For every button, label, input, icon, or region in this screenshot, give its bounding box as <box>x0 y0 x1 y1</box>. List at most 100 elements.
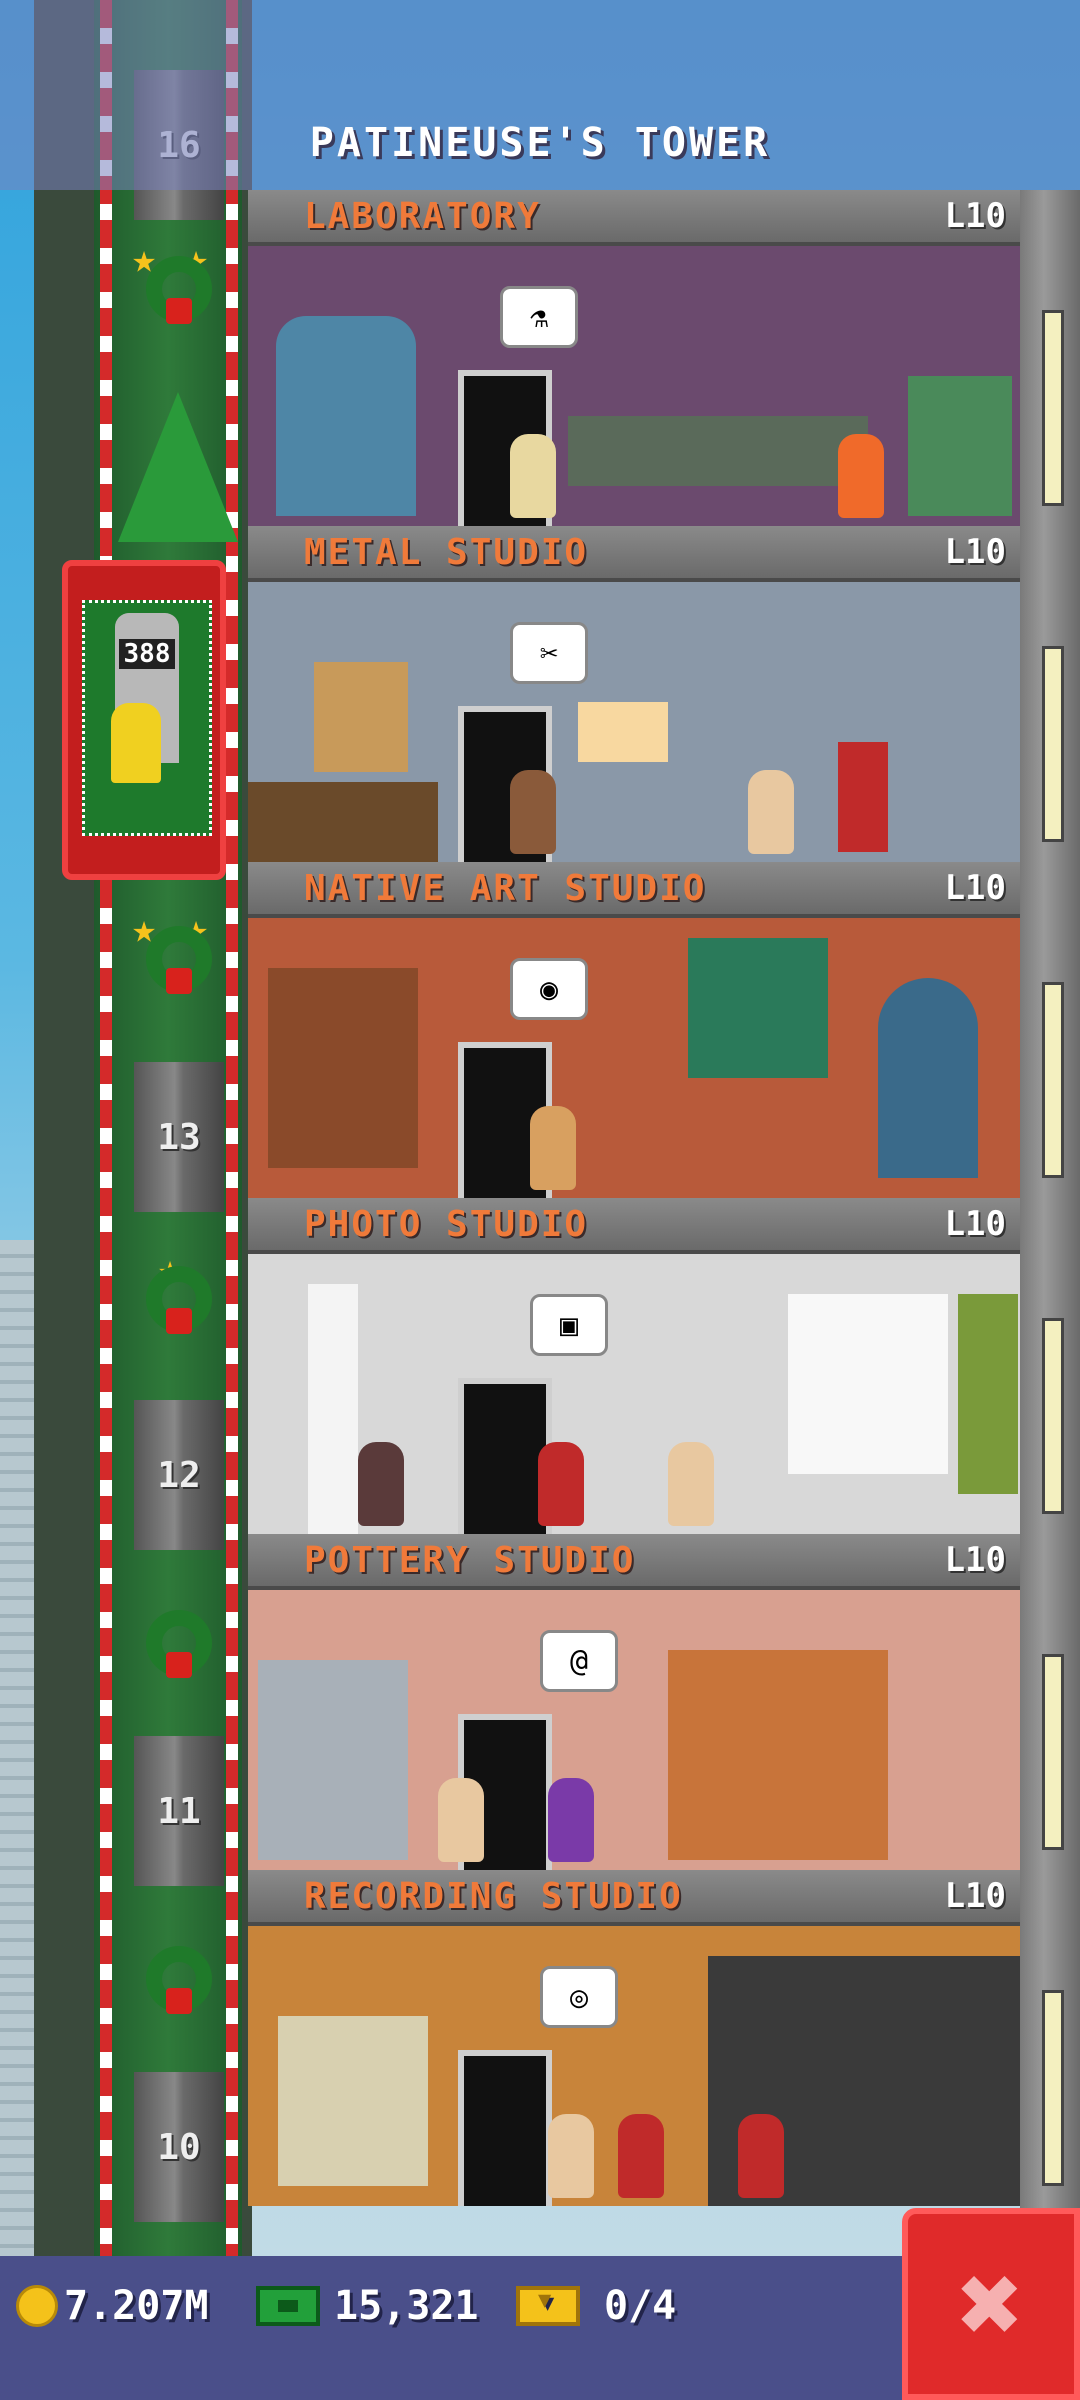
wreath-decoration <box>132 1590 226 1700</box>
speech-bubble: ▣ <box>530 1294 608 1356</box>
room-interior: ▣ <box>248 1254 1020 1534</box>
room-interior: ⚗ <box>248 246 1020 526</box>
floor-label: RECORDING STUDIO L10 <box>248 1870 1020 1926</box>
floor-name: LABORATORY <box>304 195 541 237</box>
coin-icon <box>16 2285 58 2327</box>
bitizen[interactable] <box>838 434 884 518</box>
floor-level: L10 <box>944 532 1006 572</box>
wall-light <box>1042 646 1064 842</box>
floor-label: LABORATORY L10 <box>248 190 1020 246</box>
backdrop <box>788 1294 948 1474</box>
spiral-icon: @ <box>569 1643 589 1679</box>
shaft-floor-11[interactable]: 11 <box>134 1736 224 1886</box>
gas-tank <box>838 742 888 852</box>
room-interior: ✂ <box>248 582 1020 862</box>
close-icon: ✖ <box>957 2240 1025 2368</box>
speech-bubble: @ <box>540 1630 618 1692</box>
wreath-decoration: ★ <box>132 1246 226 1356</box>
wall-light <box>1042 1990 1064 2186</box>
speech-bubble: ⚗ <box>500 286 578 348</box>
wreath-decoration <box>132 1926 226 2036</box>
wreath-decoration: ★ ★ <box>132 236 226 346</box>
vip-value: 0/4 <box>604 2283 677 2329</box>
mixing-console <box>278 2016 428 2186</box>
shaft-rail-left <box>100 0 112 2260</box>
tower-title: PATINEUSE'S TOWER <box>309 120 771 166</box>
floor-photo-studio[interactable]: PHOTO STUDIO L10 ▣ <box>248 1198 1020 1534</box>
speech-bubble: ◎ <box>540 1966 618 2028</box>
photo-icon: ▣ <box>559 1307 579 1343</box>
floor-level: L10 <box>944 1876 1006 1916</box>
beaker-icon: ⚗ <box>529 299 549 335</box>
speech-bubble: ◉ <box>510 958 588 1020</box>
shelf <box>268 968 418 1168</box>
lab-machine <box>276 316 416 516</box>
room-interior: ◉ <box>248 918 1020 1198</box>
bitizen[interactable] <box>618 2114 664 2198</box>
coins-counter[interactable]: 7.207M <box>16 2256 209 2356</box>
bitizen[interactable] <box>748 770 794 854</box>
pillar <box>308 1284 358 1534</box>
floor-pottery-studio[interactable]: POTTERY STUDIO L10 @ <box>248 1534 1020 1870</box>
bitizen[interactable] <box>510 770 556 854</box>
floor-name: POTTERY STUDIO <box>304 1539 636 1581</box>
bitizen[interactable] <box>438 1778 484 1862</box>
woven-rug <box>688 938 828 1078</box>
shaft-floor-13[interactable]: 13 <box>134 1062 224 1212</box>
wall-light <box>1042 1318 1064 1514</box>
coins-value: 7.207M <box>64 2283 209 2329</box>
shaft-rail-right <box>226 0 238 2260</box>
bitizen[interactable] <box>548 2114 594 2198</box>
bux-counter[interactable]: 15,321 <box>256 2256 479 2356</box>
floor-label: POTTERY STUDIO L10 <box>248 1534 1020 1590</box>
forge <box>578 702 668 762</box>
shaft-floor-10[interactable]: 10 <box>134 2072 224 2222</box>
tower-right-wall <box>1020 190 1080 2260</box>
bitizen[interactable] <box>358 1442 404 1526</box>
floor-number: 13 <box>157 1116 201 1158</box>
tongs-icon: ✂ <box>539 635 559 671</box>
floor-metal-studio[interactable]: METAL STUDIO L10 ✂ <box>248 526 1020 862</box>
statue-alcove <box>878 978 978 1178</box>
bitizen[interactable] <box>738 2114 784 2198</box>
bitizen[interactable] <box>668 1442 714 1526</box>
vip-ticket-icon <box>516 2286 580 2326</box>
elevator-rider <box>111 703 161 783</box>
disc-icon: ◎ <box>569 1979 589 2015</box>
floor-recording-studio[interactable]: RECORDING STUDIO L10 ◎ <box>248 1870 1020 2206</box>
shaft-floor-12[interactable]: 12 <box>134 1400 224 1550</box>
floor-name: METAL STUDIO <box>304 531 589 573</box>
speech-bubble: ✂ <box>510 622 588 684</box>
room-door <box>458 2050 552 2206</box>
plant <box>958 1294 1018 1494</box>
wall-light <box>1042 982 1064 1178</box>
wall-light <box>1042 1654 1064 1850</box>
tower-bux-icon <box>256 2286 320 2326</box>
bitizen[interactable] <box>538 1442 584 1526</box>
room-interior: @ <box>248 1590 1020 1870</box>
bitizen[interactable] <box>530 1106 576 1190</box>
floor-laboratory[interactable]: LABORATORY L10 ⚗ <box>248 190 1020 526</box>
wreath-decoration: ★ ★ <box>132 906 226 1016</box>
room-interior: ◎ <box>248 1926 1020 2206</box>
bux-value: 15,321 <box>334 2283 479 2329</box>
tool-board <box>314 662 408 772</box>
vip-counter[interactable]: 0/4 <box>516 2256 676 2356</box>
elevator-car[interactable]: 388 <box>62 560 226 880</box>
elevator-cab: 388 <box>82 600 212 836</box>
pottery-shelf <box>668 1650 888 1860</box>
wall-light <box>1042 310 1064 506</box>
elevator-shaft: 16 ★ ★ ★ ★ 13 ★ 12 11 10 <box>34 0 252 2260</box>
floor-native-art-studio[interactable]: NATIVE ART STUDIO L10 ◉ <box>248 862 1020 1198</box>
close-button[interactable]: ✖ <box>902 2208 1080 2400</box>
workbench <box>248 782 438 862</box>
kiln-cabinet <box>258 1660 408 1860</box>
floor-number: 11 <box>157 1790 201 1832</box>
floor-name: RECORDING STUDIO <box>304 1875 683 1917</box>
header-bar: PATINEUSE'S TOWER <box>0 0 1080 190</box>
floor-level: L10 <box>944 1540 1006 1580</box>
bitizen[interactable] <box>548 1778 594 1862</box>
floor-level: L10 <box>944 1204 1006 1244</box>
bitizen[interactable] <box>510 434 556 518</box>
drum-icon: ◉ <box>539 971 559 1007</box>
